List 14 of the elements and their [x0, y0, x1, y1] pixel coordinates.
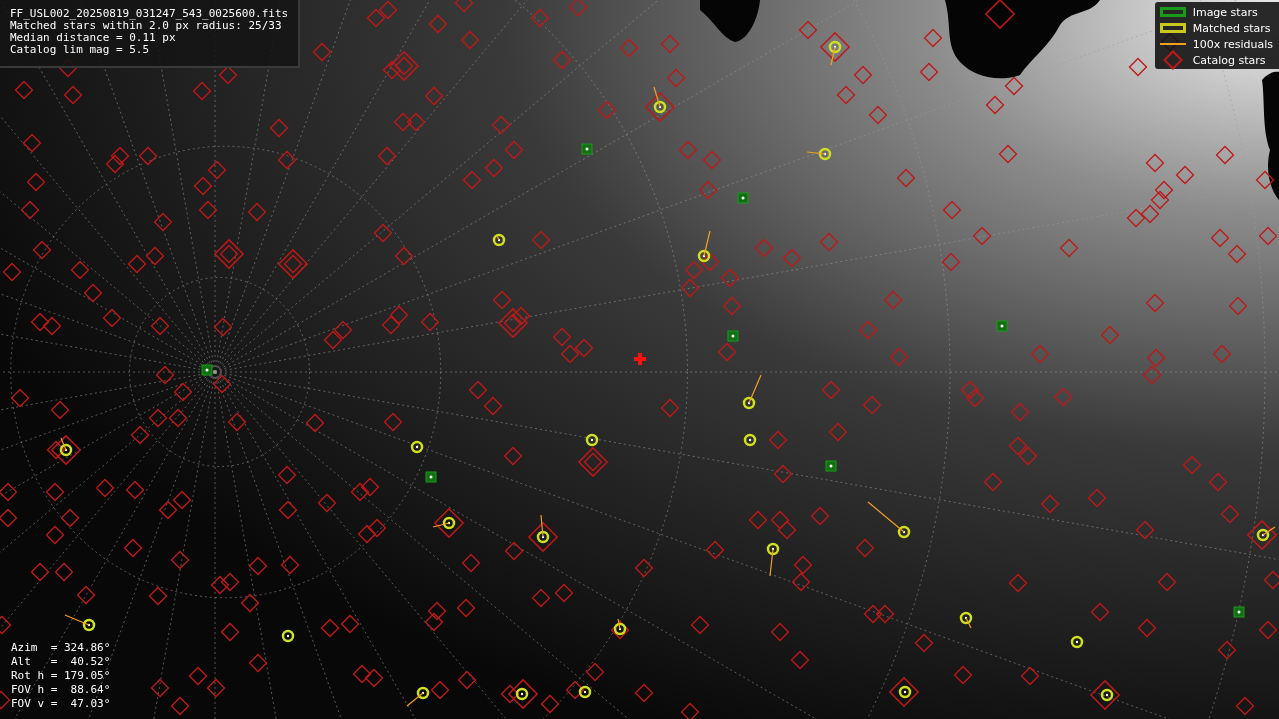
pointing-text: Rot h = 179.05°: [11, 669, 111, 683]
legend-label: Image stars: [1192, 5, 1258, 19]
info-text: Matched stars within 2.0 px radius: 25/33: [10, 20, 282, 32]
legend-label: Catalog stars: [1192, 53, 1266, 67]
pointing-text: Azim = 324.86°: [11, 641, 111, 655]
pointing-text: FOV v = 47.03°: [11, 697, 111, 711]
pointing-text: FOV h = 88.64°: [11, 683, 111, 697]
cross-icon: [634, 353, 646, 365]
info-text: FF_USL002_20250819_031247_543_0025600.fits: [10, 8, 289, 20]
info-text: Catalog lim mag = 5.5: [10, 44, 151, 56]
pointing-text: Alt = 40.52°: [11, 655, 111, 669]
legend-label: Matched stars: [1192, 21, 1271, 35]
info-text: Median distance = 0.11 px: [10, 32, 177, 44]
legend-label: 100x residuals: [1192, 37, 1273, 51]
